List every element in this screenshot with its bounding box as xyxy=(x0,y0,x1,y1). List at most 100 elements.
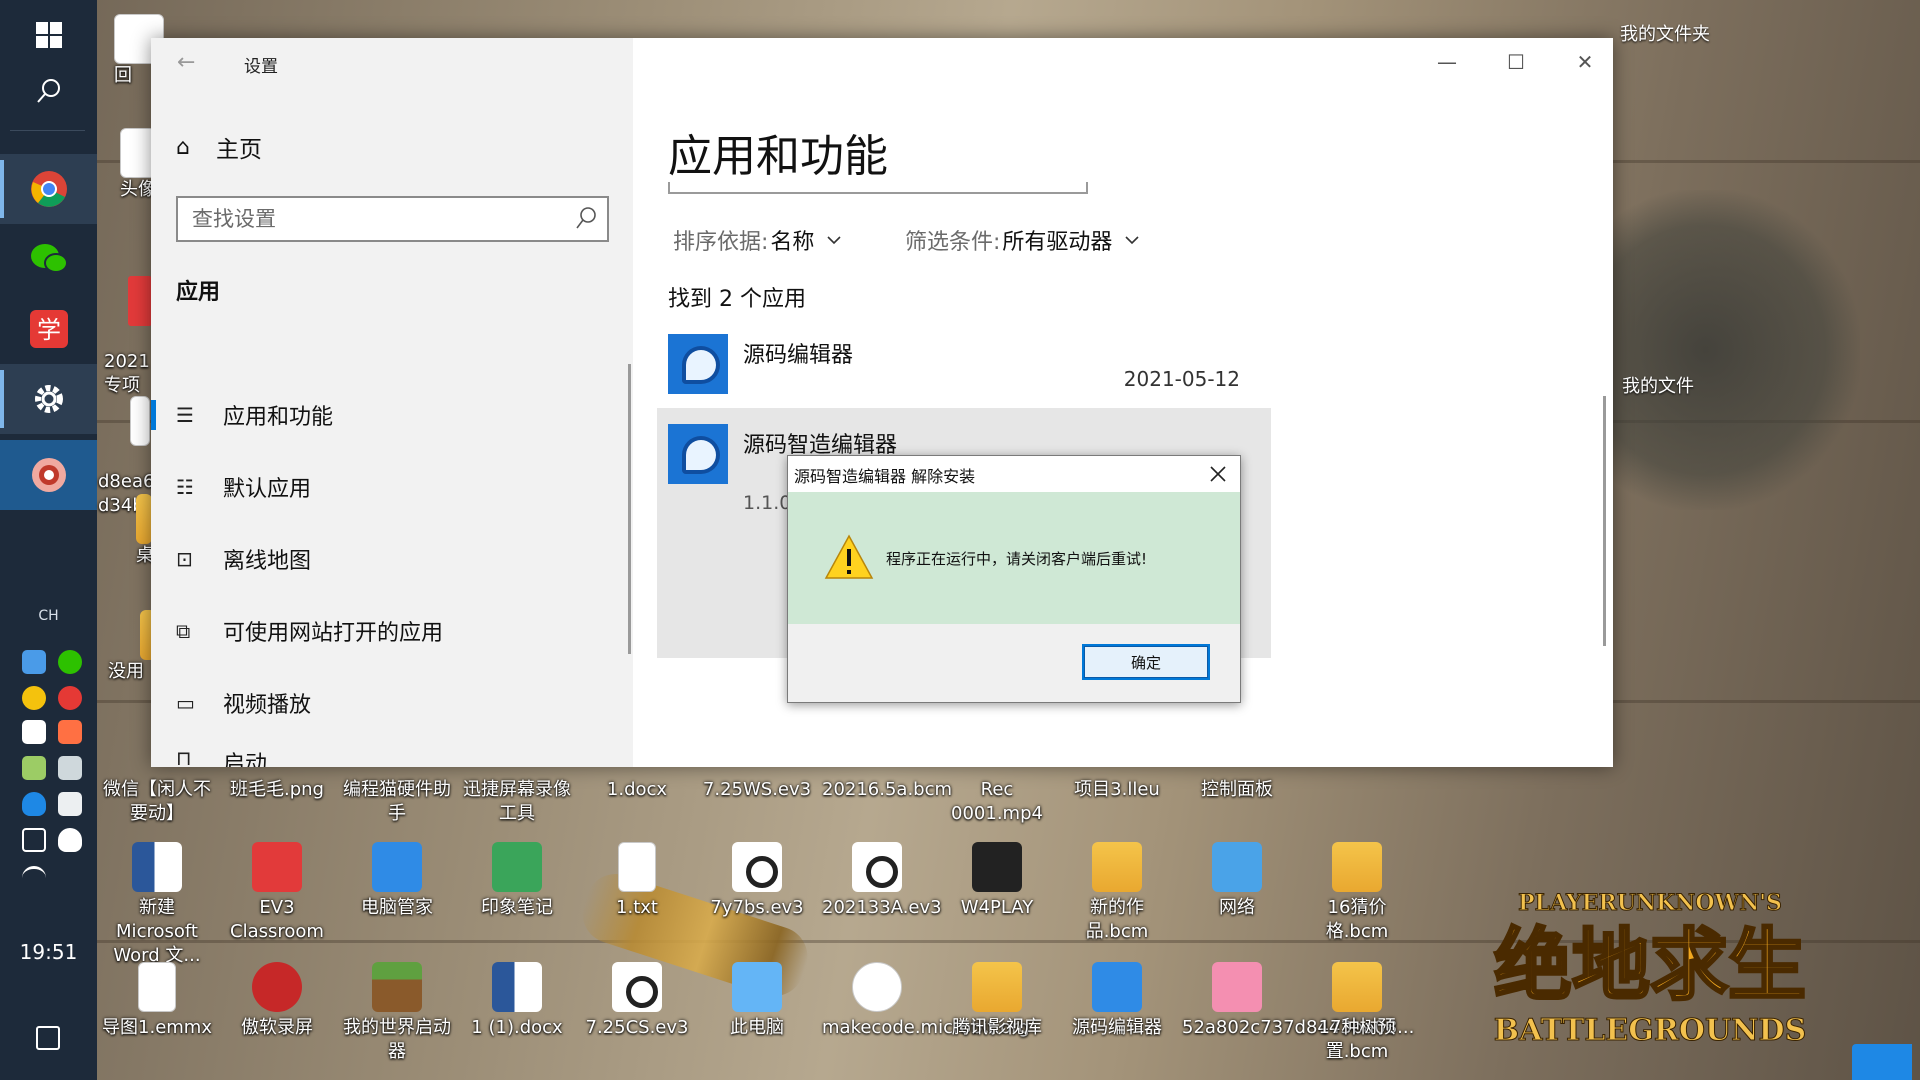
text-file-icon xyxy=(618,842,656,892)
desktop-icon[interactable]: 7.25WS.ev3 xyxy=(702,778,812,802)
nav-apps-features[interactable]: ☰ 应用和功能 xyxy=(151,386,633,444)
desktop-icon[interactable]: 7y7bs.ev3 xyxy=(702,842,812,920)
main-scrollbar[interactable] xyxy=(1603,396,1606,646)
settings-search[interactable] xyxy=(176,196,609,242)
security-shield-icon[interactable] xyxy=(58,828,82,852)
desktop-icon[interactable]: 网络 xyxy=(1182,842,1292,920)
desktop-icon[interactable]: 17种树预置.bcm xyxy=(1302,962,1412,1064)
language-indicator[interactable]: CH xyxy=(0,608,97,624)
video-playback-icon: ▭ xyxy=(176,691,195,715)
nav-home[interactable]: ⌂ 主页 xyxy=(176,130,262,164)
desktop-icon[interactable]: 微信【闲人不要动】 xyxy=(102,778,212,826)
speaker-tray-icon[interactable] xyxy=(58,720,82,744)
shield-tray-icon[interactable] xyxy=(22,792,46,816)
taskbar-search-button[interactable] xyxy=(0,56,97,126)
tray-app-icon[interactable] xyxy=(58,756,82,780)
desktop-icon[interactable]: 1.txt xyxy=(582,842,692,920)
desktop-icon[interactable]: 腾讯影视库 xyxy=(942,962,1052,1040)
nav-startup[interactable]: ⊓ 启动 xyxy=(151,746,633,767)
desktop-icon[interactable]: 项目3.lleu xyxy=(1062,778,1172,802)
desktop-icon[interactable]: 16猜价格.bcm xyxy=(1302,842,1412,944)
wechat-icon xyxy=(30,244,68,273)
filter-dropdown[interactable]: 筛选条件: 所有驱动器 xyxy=(905,224,1140,256)
my-files-label[interactable]: 我的文件 xyxy=(1622,372,1694,398)
app-name: 源码编辑器 xyxy=(743,343,854,368)
wifi-icon[interactable] xyxy=(22,866,46,890)
desktop-icon[interactable]: 1 (1).docx xyxy=(462,962,572,1040)
search-icon[interactable] xyxy=(575,206,597,232)
bcm-file-icon xyxy=(1092,842,1142,892)
desktop-icon-label: 7.25CS.ev3 xyxy=(585,1017,689,1038)
dialog-titlebar[interactable]: 源码智造编辑器 解除安装 xyxy=(788,456,1240,492)
default-apps-icon: ☷ xyxy=(176,475,194,499)
nav-offline-maps[interactable]: ⊡ 离线地图 xyxy=(151,530,633,588)
desktop-icon[interactable]: 20216.5a.bcm xyxy=(822,778,952,802)
desktop-icon[interactable]: 控制面板 xyxy=(1182,778,1292,802)
sidebar-scrollbar[interactable] xyxy=(628,364,631,654)
taskbar-code-editor-button[interactable] xyxy=(0,440,97,510)
pubg-logo-top-text: PLAYERUNKNOWN'S xyxy=(1518,890,1782,916)
desktop-icon-label: 电脑管家 xyxy=(361,897,433,918)
bcm-file-icon xyxy=(1332,842,1382,892)
ok-button[interactable]: 确定 xyxy=(1082,644,1210,680)
filter-label: 筛选条件: xyxy=(905,230,1001,255)
desktop-icon[interactable]: 编程猫硬件助手 xyxy=(342,778,452,826)
desktop-icon[interactable]: 此电脑 xyxy=(702,962,812,1040)
desktop-icon-label: 16猜价格.bcm xyxy=(1325,897,1389,942)
tray-app-icon[interactable] xyxy=(22,720,46,744)
nav-default-apps[interactable]: ☷ 默认应用 xyxy=(151,458,633,516)
tray-app-icon[interactable] xyxy=(58,686,82,710)
clock[interactable]: 19:51 xyxy=(0,940,97,964)
baidu-cloud-icon[interactable] xyxy=(22,650,46,674)
back-arrow-icon[interactable]: ← xyxy=(177,50,195,75)
desktop-icon[interactable]: 傲软录屏 xyxy=(222,962,332,1040)
close-icon[interactable] xyxy=(1206,462,1230,486)
desktop-icon[interactable]: 新的作品.bcm xyxy=(1062,842,1172,944)
nav-video-playback[interactable]: ▭ 视频播放 xyxy=(151,674,633,732)
desktop-icon[interactable]: W4PLAY xyxy=(942,842,1052,920)
tray-app-icon[interactable] xyxy=(22,756,46,780)
desktop-icon[interactable]: makecode.microbit.org xyxy=(822,962,1030,1040)
sort-label: 排序依据: xyxy=(673,230,769,255)
desktop-icon[interactable]: 我的世界启动器 xyxy=(342,962,452,1064)
taskbar-chrome-button[interactable] xyxy=(0,154,97,224)
desktop-icon[interactable]: Rec 0001.mp4 xyxy=(942,778,1052,826)
title-search-underline[interactable] xyxy=(668,182,1088,194)
desktop-icon[interactable]: 新建Microsoft Word 文... xyxy=(102,842,212,968)
maximize-button[interactable]: ☐ xyxy=(1488,46,1544,78)
search-input[interactable] xyxy=(178,198,558,240)
volume-icon[interactable] xyxy=(22,828,46,852)
desktop-icon[interactable]: 202133A.ev3 xyxy=(822,842,942,920)
desktop-icon[interactable]: 52a802c737d8443ba08... xyxy=(1182,962,1414,1040)
wechat-tray-icon[interactable] xyxy=(58,650,82,674)
app-install-date: 2021-05-12 xyxy=(1123,367,1240,391)
taskbar-settings-button[interactable] xyxy=(0,364,97,434)
desktop-icon-label: 导图1.emmx xyxy=(102,1017,212,1038)
sort-dropdown[interactable]: 排序依据: 名称 xyxy=(673,224,842,256)
tray-app-icon[interactable] xyxy=(22,686,46,710)
nav-apps-for-websites[interactable]: ⧉ 可使用网站打开的应用 xyxy=(151,602,633,660)
taskbar-study-button[interactable]: 学 xyxy=(0,294,97,364)
taskbar-wechat-button[interactable] xyxy=(0,224,97,294)
dialog-message: 程序正在运行中，请关闭客户端后重试! xyxy=(886,550,1148,568)
desktop-icon[interactable]: 源码编辑器 xyxy=(1062,962,1172,1040)
desktop-icon-label: 1 (1).docx xyxy=(471,1017,563,1038)
my-folder-label[interactable]: 我的文件夹 xyxy=(1620,20,1710,46)
nav-item-label: 视频播放 xyxy=(223,693,312,718)
desktop-icon[interactable]: 迅捷屏幕录像工具 xyxy=(462,778,572,826)
desktop-icon[interactable]: 导图1.emmx xyxy=(102,962,212,1040)
desktop-icon[interactable]: 班毛毛.png xyxy=(222,778,332,802)
baidu-floating-widget[interactable] xyxy=(1852,1044,1912,1080)
desktop-icon[interactable]: 电脑管家 xyxy=(342,842,452,920)
minimize-button[interactable]: — xyxy=(1419,46,1475,78)
folder-icon xyxy=(136,494,152,544)
notification-center-icon[interactable] xyxy=(36,1026,60,1050)
desktop-icon[interactable]: 1.docx xyxy=(582,778,692,802)
desktop-icon[interactable]: EV3 Classroom xyxy=(222,842,332,944)
desktop-icon[interactable]: 印象笔记 xyxy=(462,842,572,920)
app-list-item[interactable]: 源码编辑器 2021-05-12 xyxy=(668,334,1248,398)
desktop-icon[interactable]: 没用 xyxy=(108,610,156,684)
close-button[interactable]: ✕ xyxy=(1557,46,1613,78)
desktop-icon[interactable]: 7.25CS.ev3 xyxy=(582,962,692,1040)
battery-icon[interactable] xyxy=(58,792,82,816)
